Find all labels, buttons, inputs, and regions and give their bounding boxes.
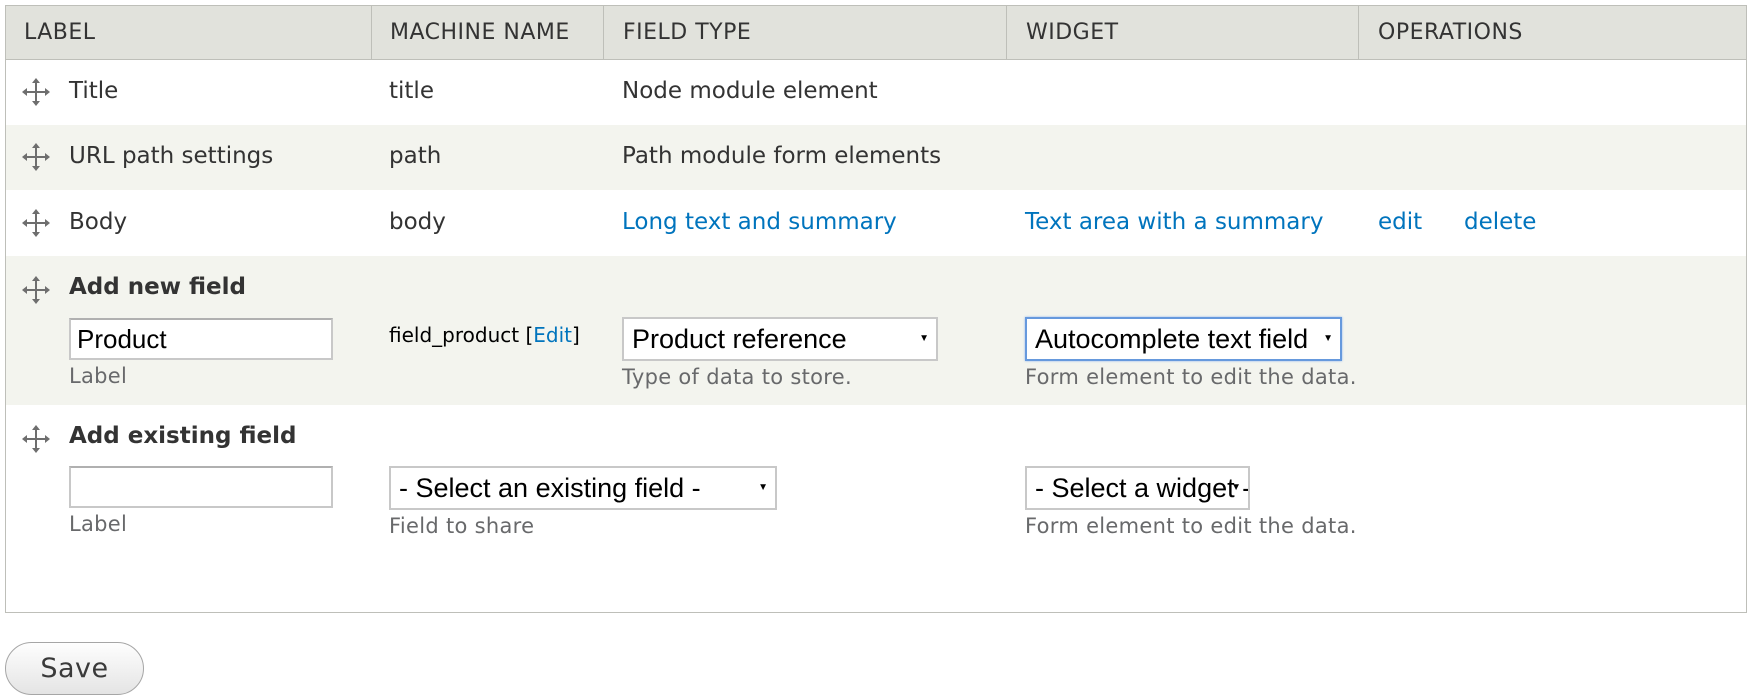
column-divider — [603, 6, 604, 59]
header-machine-name: MACHINE NAME — [390, 20, 570, 45]
existing-field-label-description: Label — [69, 512, 128, 536]
table-row: Body body Long text and summary Text are… — [6, 190, 1746, 256]
field-label: Body — [69, 209, 128, 235]
move-cross-icon[interactable] — [22, 209, 50, 237]
add-existing-field-title: Add existing field — [69, 423, 297, 449]
existing-widget-select-value: - Select a widget - — [1035, 473, 1250, 503]
new-field-label-input[interactable] — [69, 318, 333, 360]
column-divider — [371, 6, 372, 59]
machine-name-bracket-close: ] — [571, 323, 580, 347]
existing-field-description: Field to share — [389, 514, 535, 538]
field-machine-name: body — [389, 209, 446, 235]
widget-select-value: Autocomplete text field — [1035, 324, 1309, 354]
header-label: LABEL — [24, 20, 96, 45]
field-type: Node module element — [622, 78, 878, 104]
triangle-down-icon: ▼ — [1231, 482, 1241, 493]
existing-field-select[interactable]: - Select an existing field - ▼ — [389, 466, 777, 510]
header-operations: OPERATIONS — [1378, 20, 1523, 45]
existing-field-label-input[interactable] — [69, 466, 333, 508]
field-label: URL path settings — [69, 143, 274, 169]
field-type-select[interactable]: Product reference ▼ — [622, 317, 938, 361]
field-label: Title — [69, 78, 119, 104]
edit-link[interactable]: edit — [1378, 207, 1422, 237]
move-cross-icon[interactable] — [22, 78, 50, 106]
machine-name-value: field_product — [389, 323, 520, 347]
existing-widget-description: Form element to edit the data. — [1025, 514, 1357, 538]
add-new-field-row: Add new field Label field_product [Edit]… — [6, 256, 1746, 405]
field-type-select-value: Product reference — [632, 324, 847, 354]
add-existing-field-row: Add existing field Label - Select an exi… — [6, 405, 1746, 612]
header-field-type: FIELD TYPE — [623, 20, 752, 45]
field-machine-name: title — [389, 78, 434, 104]
save-button[interactable]: Save — [5, 642, 144, 695]
table-row: URL path settings path Path module form … — [6, 125, 1746, 190]
field-machine-name: path — [389, 143, 442, 169]
triangle-down-icon: ▼ — [1323, 333, 1333, 344]
new-field-label-description: Label — [69, 364, 128, 388]
widget-description: Form element to edit the data. — [1025, 365, 1357, 389]
header-widget: WIDGET — [1026, 20, 1119, 45]
table-row: Title title Node module element — [6, 60, 1746, 125]
add-new-field-title: Add new field — [69, 274, 246, 300]
delete-link[interactable]: delete — [1464, 207, 1536, 237]
column-divider — [1006, 6, 1007, 59]
widget-select[interactable]: Autocomplete text field ▼ — [1025, 317, 1342, 361]
move-cross-icon[interactable] — [22, 425, 50, 453]
new-field-machine-name: field_product [Edit] — [389, 322, 580, 348]
field-type-link[interactable]: Long text and summary — [622, 207, 897, 237]
triangle-down-icon: ▼ — [919, 333, 929, 344]
existing-field-select-value: - Select an existing field - — [399, 473, 701, 503]
field-type-description: Type of data to store. — [622, 365, 852, 389]
manage-fields-table: LABEL MACHINE NAME FIELD TYPE WIDGET OPE… — [5, 5, 1747, 613]
move-cross-icon[interactable] — [22, 276, 50, 304]
move-cross-icon[interactable] — [22, 143, 50, 171]
widget-link[interactable]: Text area with a summary — [1025, 207, 1323, 237]
machine-name-edit-link[interactable]: Edit — [533, 323, 572, 347]
table-header: LABEL MACHINE NAME FIELD TYPE WIDGET OPE… — [6, 6, 1746, 60]
field-type: Path module form elements — [622, 143, 942, 169]
existing-widget-select[interactable]: - Select a widget - ▼ — [1025, 466, 1250, 510]
triangle-down-icon: ▼ — [758, 482, 768, 493]
column-divider — [1358, 6, 1359, 59]
